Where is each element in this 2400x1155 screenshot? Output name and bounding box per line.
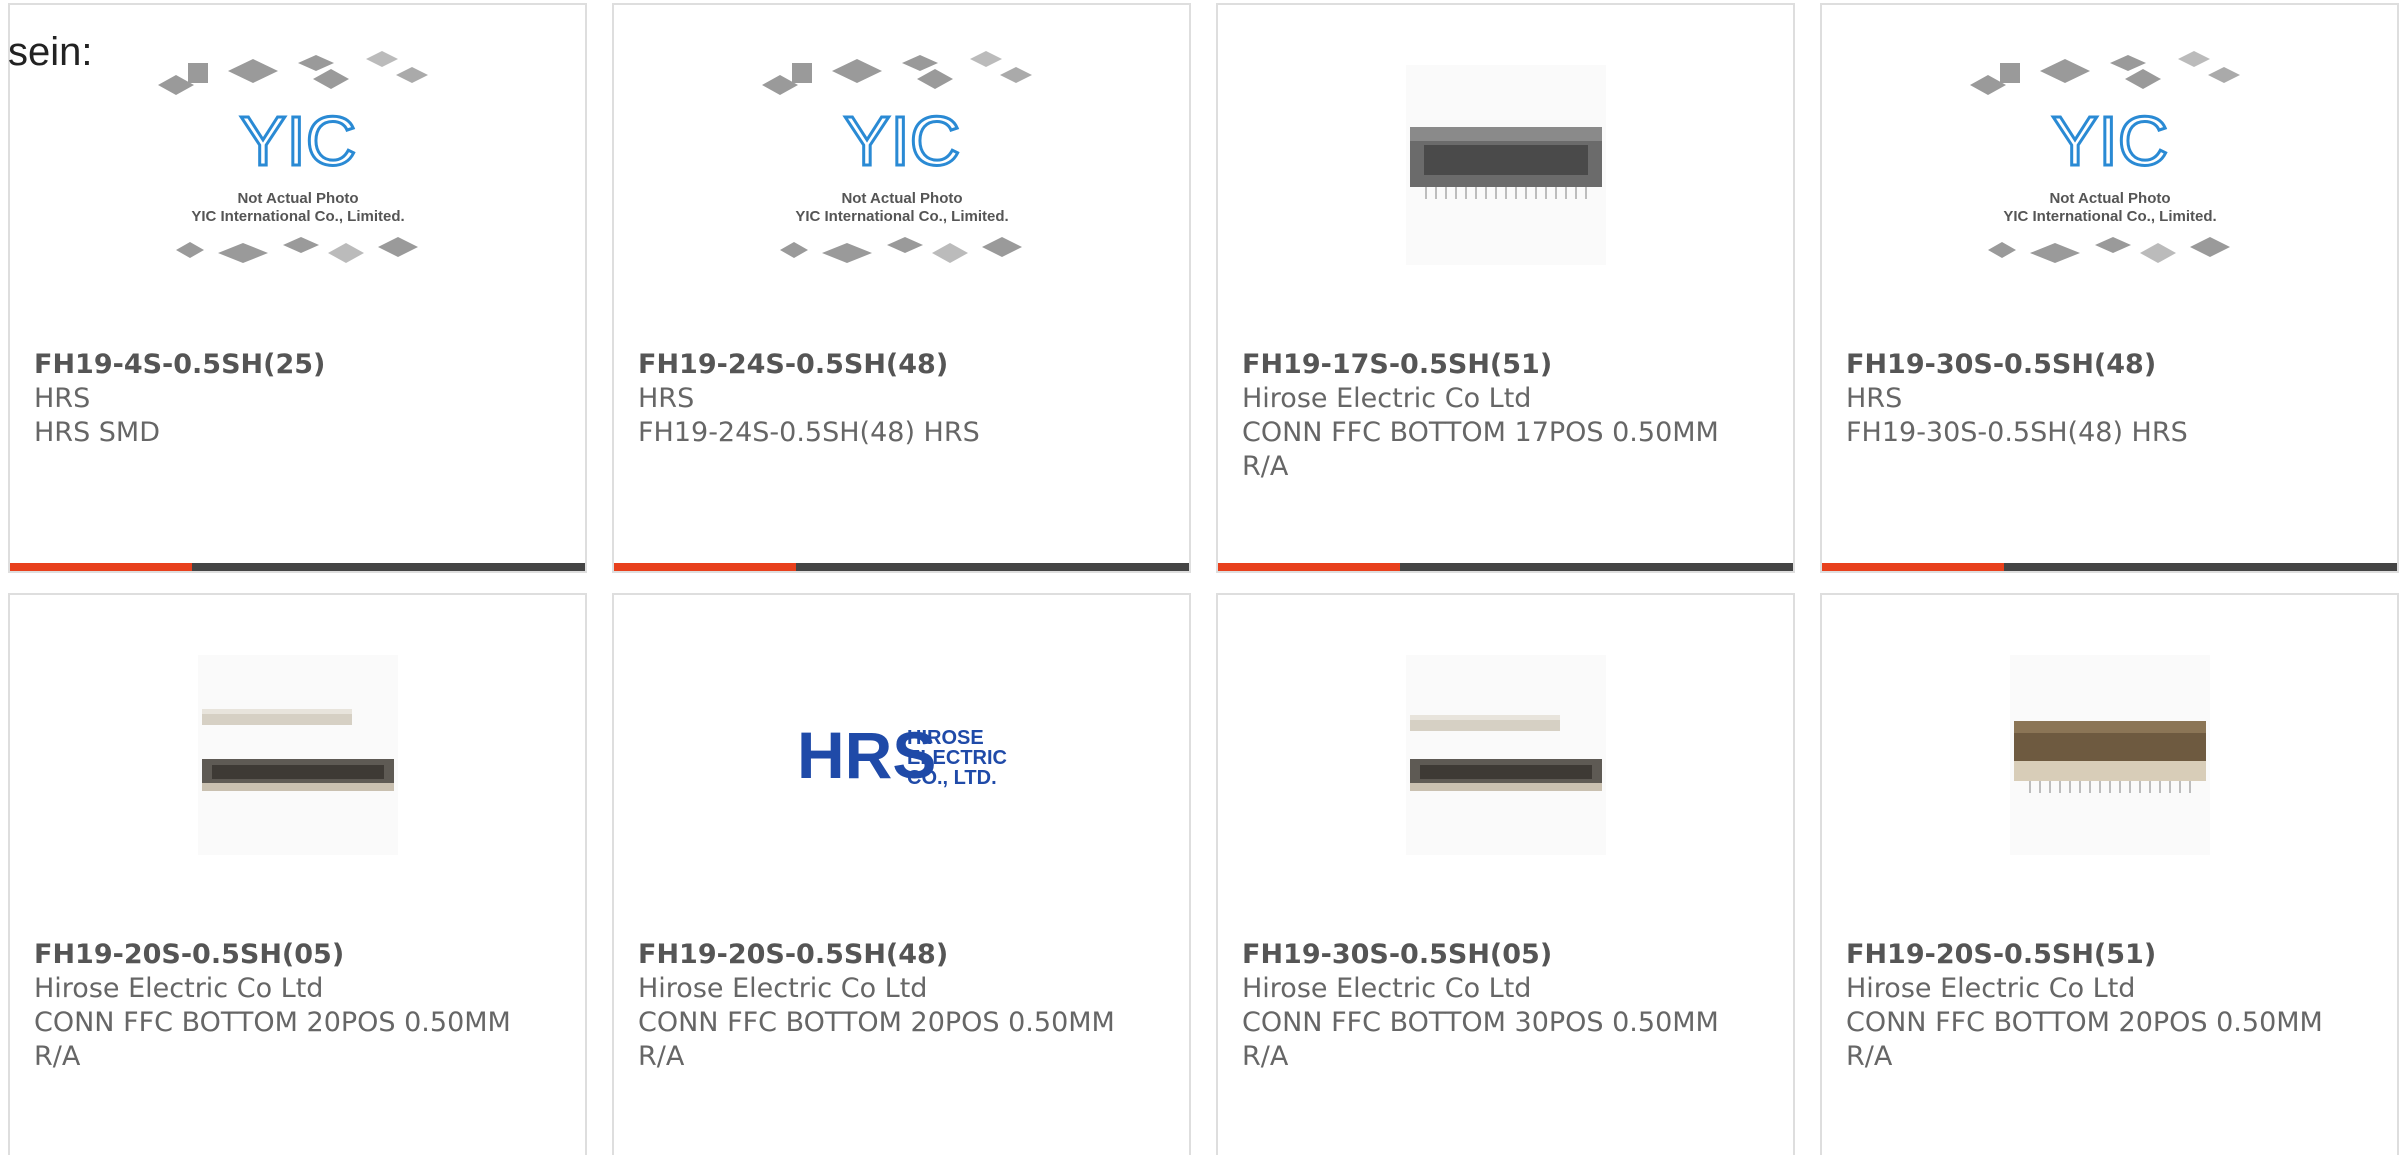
product-card[interactable]: FH19-20S-0.5SH(51) Hirose Electric Co Lt…	[1820, 593, 2399, 1155]
product-description: HRS SMD	[34, 417, 161, 448]
product-description: CONN FFC BOTTOM 17POS 0.50MM R/A	[1242, 417, 1719, 482]
product-image	[1218, 655, 1793, 855]
section-heading: sein:	[8, 30, 93, 74]
product-image-placeholder: YIC Not Actual Photo YIC International C…	[10, 51, 585, 265]
product-part-number[interactable]: FH19-20S-0.5SH(48)	[638, 938, 1169, 972]
product-description: CONN FFC BOTTOM 20POS 0.50MM R/A	[638, 1007, 1115, 1072]
product-description: CONN FFC BOTTOM 20POS 0.50MM R/A	[1846, 1007, 2323, 1072]
progress-bar	[1218, 563, 1793, 571]
product-manufacturer: HRS	[1846, 383, 1903, 414]
svg-text:CO., LTD.: CO., LTD.	[907, 767, 997, 789]
svg-text:YIC: YIC	[239, 102, 356, 180]
yic-placeholder-icon: YIC Not Actual Photo YIC International C…	[1969, 51, 2240, 263]
product-card[interactable]: HRS HIROSE ELECTRIC CO., LTD. FH19-20S-0…	[612, 593, 1191, 1155]
product-description: FH19-30S-0.5SH(48) HRS	[1846, 417, 2188, 448]
product-part-number[interactable]: FH19-20S-0.5SH(05)	[34, 938, 565, 972]
svg-text:YIC: YIC	[2051, 102, 2168, 180]
product-image-placeholder: YIC Not Actual Photo YIC International C…	[1822, 51, 2397, 265]
svg-text:Not Actual Photo: Not Actual Photo	[237, 190, 358, 207]
product-description: CONN FFC BOTTOM 30POS 0.50MM R/A	[1242, 1007, 1719, 1072]
product-description: CONN FFC BOTTOM 20POS 0.50MM R/A	[34, 1007, 511, 1072]
product-image	[1218, 65, 1793, 265]
progress-bar	[10, 563, 585, 571]
progress-bar-fill	[1822, 563, 2004, 571]
product-card[interactable]: YIC Not Actual Photo YIC International C…	[8, 3, 587, 573]
product-card[interactable]: YIC Not Actual Photo YIC International C…	[612, 3, 1191, 573]
product-manufacturer: HRS	[638, 383, 695, 414]
connector-pair-image-icon	[197, 655, 398, 855]
product-image-placeholder: YIC Not Actual Photo YIC International C…	[614, 51, 1189, 265]
connector-image-icon	[1405, 65, 1606, 265]
product-manufacturer: Hirose Electric Co Ltd	[34, 973, 324, 1004]
svg-text:Not Actual Photo: Not Actual Photo	[841, 190, 962, 207]
connector-pair-image-icon	[1405, 655, 1606, 855]
product-card[interactable]: YIC Not Actual Photo YIC International C…	[1820, 3, 2399, 573]
progress-bar	[1822, 563, 2397, 571]
progress-bar	[614, 563, 1189, 571]
product-manufacturer: Hirose Electric Co Ltd	[1242, 973, 1532, 1004]
product-card[interactable]: FH19-20S-0.5SH(05) Hirose Electric Co Lt…	[8, 593, 587, 1155]
product-description: FH19-24S-0.5SH(48) HRS	[638, 417, 980, 448]
hrs-logo-icon: HRS HIROSE ELECTRIC CO., LTD.	[797, 720, 1007, 790]
svg-text:YIC International Co., Limited: YIC International Co., Limited.	[795, 208, 1008, 225]
product-image	[1822, 655, 2397, 855]
svg-text:HIROSE: HIROSE	[907, 727, 984, 749]
product-manufacturer: Hirose Electric Co Ltd	[638, 973, 928, 1004]
product-part-number[interactable]: FH19-24S-0.5SH(48)	[638, 348, 1169, 382]
product-card[interactable]: FH19-17S-0.5SH(51) Hirose Electric Co Lt…	[1216, 3, 1795, 573]
product-part-number[interactable]: FH19-4S-0.5SH(25)	[34, 348, 565, 382]
product-manufacturer: Hirose Electric Co Ltd	[1846, 973, 2136, 1004]
product-grid: YIC Not Actual Photo YIC International C…	[8, 3, 2400, 1155]
progress-bar-fill	[1218, 563, 1400, 571]
product-part-number[interactable]: FH19-20S-0.5SH(51)	[1846, 938, 2377, 972]
svg-text:YIC: YIC	[843, 102, 960, 180]
product-part-number[interactable]: FH19-30S-0.5SH(48)	[1846, 348, 2377, 382]
product-image: HRS HIROSE ELECTRIC CO., LTD.	[614, 655, 1189, 855]
yic-placeholder-icon: YIC Not Actual Photo YIC International C…	[761, 51, 1032, 263]
product-manufacturer: HRS	[34, 383, 91, 414]
progress-bar-fill	[614, 563, 796, 571]
product-part-number[interactable]: FH19-30S-0.5SH(05)	[1242, 938, 1773, 972]
product-card[interactable]: FH19-30S-0.5SH(05) Hirose Electric Co Lt…	[1216, 593, 1795, 1155]
product-image	[10, 655, 585, 855]
svg-text:ELECTRIC: ELECTRIC	[907, 747, 1007, 769]
product-part-number[interactable]: FH19-17S-0.5SH(51)	[1242, 348, 1773, 382]
svg-text:Not Actual Photo: Not Actual Photo	[2049, 190, 2170, 207]
svg-text:YIC International Co., Limited: YIC International Co., Limited.	[191, 208, 404, 225]
yic-placeholder-icon: YIC Not Actual Photo YIC International C…	[157, 51, 428, 263]
connector-image-icon	[2009, 655, 2210, 855]
progress-bar-fill	[10, 563, 192, 571]
svg-text:YIC International Co., Limited: YIC International Co., Limited.	[2003, 208, 2216, 225]
product-manufacturer: Hirose Electric Co Ltd	[1242, 383, 1532, 414]
